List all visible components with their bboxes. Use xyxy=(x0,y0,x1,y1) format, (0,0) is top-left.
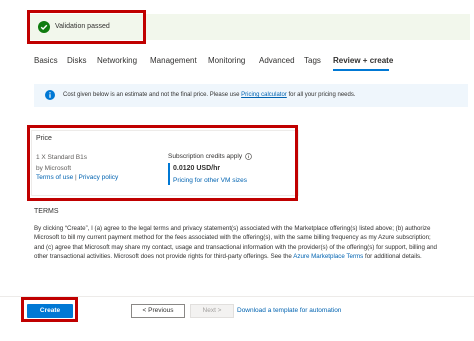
tab-review-create[interactable]: Review + create xyxy=(333,54,393,67)
next-button: Next > xyxy=(190,304,234,318)
download-template-link[interactable]: Download a template for automation xyxy=(237,306,341,316)
tab-management[interactable]: Management xyxy=(150,54,197,67)
cost-info-text: Cost given below is an estimate and not … xyxy=(63,90,356,100)
tab-tags[interactable]: Tags xyxy=(304,54,321,67)
cost-info-prefix: Cost given below is an estimate and not … xyxy=(63,92,240,98)
terms-text: By clicking “Create”, I (a) agree to the… xyxy=(34,224,439,262)
info-icon xyxy=(45,90,55,100)
cost-info-bar: Cost given below is an estimate and not … xyxy=(34,84,468,107)
tab-disks[interactable]: Disks xyxy=(67,54,87,67)
price-highlight-box xyxy=(27,125,298,201)
terms-heading: TERMS xyxy=(34,208,59,215)
tab-networking[interactable]: Networking xyxy=(97,54,137,67)
tab-monitoring[interactable]: Monitoring xyxy=(208,54,245,67)
pricing-calculator-link[interactable]: Pricing calculator xyxy=(241,92,287,98)
active-tab-indicator xyxy=(333,69,389,71)
tab-advanced[interactable]: Advanced xyxy=(259,54,295,67)
create-highlight-box xyxy=(21,297,78,322)
cost-info-suffix: for all your pricing needs. xyxy=(288,92,356,98)
previous-button[interactable]: < Previous xyxy=(131,304,185,318)
tab-basics[interactable]: Basics xyxy=(34,54,58,67)
validation-highlight-box xyxy=(27,10,146,44)
terms-suffix: for additional details. xyxy=(365,253,422,261)
marketplace-terms-link[interactable]: Azure Marketplace Terms xyxy=(293,253,363,260)
review-create-page: Validation passed Basics Disks Networkin… xyxy=(0,0,474,341)
